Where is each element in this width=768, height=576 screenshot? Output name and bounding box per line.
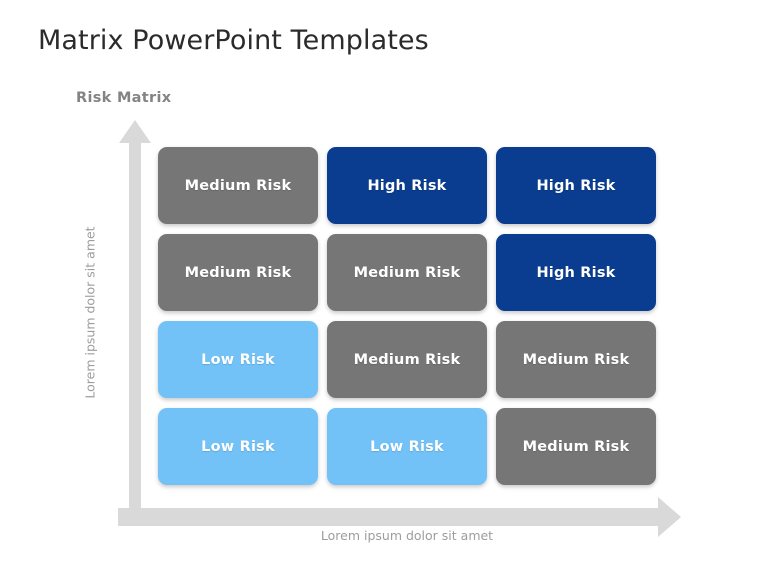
matrix-cell-label: Medium Risk xyxy=(353,264,461,281)
matrix-cell-label: High Risk xyxy=(536,264,616,281)
matrix-cell-label: Medium Risk xyxy=(184,177,292,194)
matrix-cell-label: Medium Risk xyxy=(353,351,461,368)
matrix-cell-label: Low Risk xyxy=(201,438,275,455)
matrix-cell-low[interactable]: Low Risk xyxy=(158,321,318,398)
chart-title: Risk Matrix xyxy=(76,90,172,106)
matrix-cell-low[interactable]: Low Risk xyxy=(158,408,318,485)
matrix-cell-medium[interactable]: Medium Risk xyxy=(158,147,318,224)
matrix-cell-low[interactable]: Low Risk xyxy=(327,408,487,485)
matrix-cell-medium[interactable]: Medium Risk xyxy=(327,234,487,311)
matrix-cell-medium[interactable]: Medium Risk xyxy=(496,408,656,485)
matrix-cell-medium[interactable]: Medium Risk xyxy=(327,321,487,398)
matrix-cell-label: Low Risk xyxy=(201,351,275,368)
x-axis-label: Lorem ipsum dolor sit amet xyxy=(320,528,494,543)
page-title: Matrix PowerPoint Templates xyxy=(38,25,429,56)
arrow-up-icon xyxy=(118,118,152,518)
slide-canvas: Matrix PowerPoint Templates Risk Matrix … xyxy=(0,0,768,576)
risk-matrix-grid: Medium Risk High Risk High Risk Medium Risk… xyxy=(158,147,657,488)
matrix-cell-medium[interactable]: Medium Risk xyxy=(158,234,318,311)
matrix-cell-label: Low Risk xyxy=(370,438,444,455)
matrix-cell-label: Medium Risk xyxy=(522,351,630,368)
matrix-cell-high[interactable]: High Risk xyxy=(496,147,656,224)
matrix-cell-high[interactable]: High Risk xyxy=(327,147,487,224)
matrix-cell-label: High Risk xyxy=(367,177,447,194)
matrix-cell-label: Medium Risk xyxy=(522,438,630,455)
matrix-cell-label: High Risk xyxy=(536,177,616,194)
matrix-cell-high[interactable]: High Risk xyxy=(496,234,656,311)
y-axis-label: Lorem ipsum dolor sit amet xyxy=(82,226,98,399)
matrix-cell-medium[interactable]: Medium Risk xyxy=(496,321,656,398)
matrix-cell-label: Medium Risk xyxy=(184,264,292,281)
